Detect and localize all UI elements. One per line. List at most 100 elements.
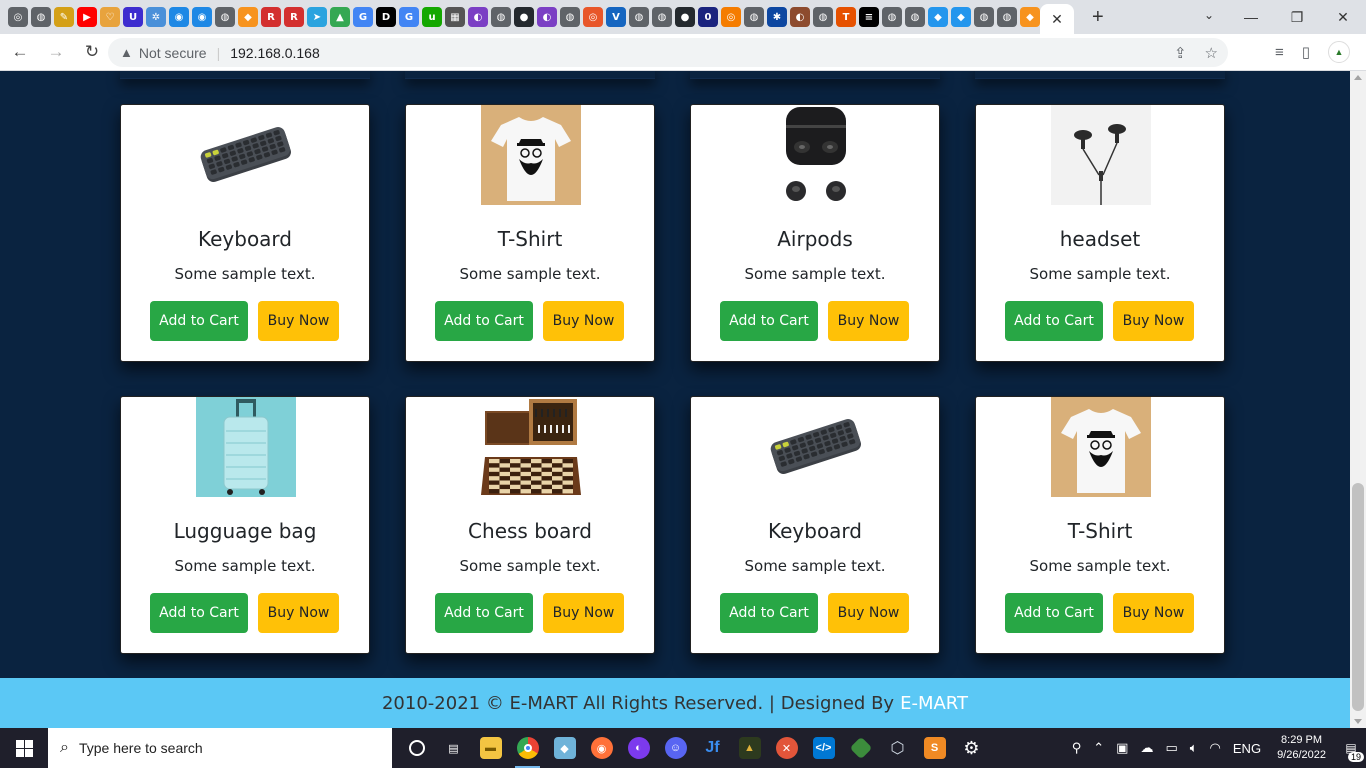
profile-avatar[interactable]: ▲ — [1328, 41, 1350, 63]
tab-favicon[interactable]: u — [422, 7, 442, 27]
cloud-offline-icon[interactable]: ☁ — [1140, 740, 1153, 756]
task-view-icon[interactable]: ▤ — [435, 728, 472, 768]
tab-favicon[interactable]: ◍ — [744, 7, 764, 27]
add-to-cart-button[interactable]: Add to Cart — [720, 593, 818, 633]
buy-now-button[interactable]: Buy Now — [258, 593, 339, 633]
tab-favicon-google[interactable]: G — [353, 7, 373, 27]
start-button[interactable] — [0, 728, 48, 768]
tab-favicon-drive[interactable]: ▲ — [330, 7, 350, 27]
active-tab[interactable]: ✕ — [1040, 4, 1074, 34]
tab-favicon[interactable]: ◉ — [192, 7, 212, 27]
tab-favicon-telegram[interactable]: ➤ — [307, 7, 327, 27]
bookmark-star-icon[interactable]: ☆ — [1205, 44, 1218, 62]
tab-favicon[interactable]: U — [123, 7, 143, 27]
tab-favicon[interactable]: ◍ — [31, 7, 51, 27]
tab-favicon[interactable]: ▦ — [445, 7, 465, 27]
battery-icon[interactable]: ▭ — [1165, 740, 1177, 756]
tab-favicon[interactable]: ◍ — [491, 7, 511, 27]
tab-favicon[interactable]: ✎ — [54, 7, 74, 27]
scroll-up-arrow-icon[interactable] — [1354, 75, 1362, 80]
tab-favicon[interactable]: ◍ — [215, 7, 235, 27]
close-tab-icon[interactable]: ✕ — [1051, 11, 1063, 28]
tab-favicon[interactable]: ◍ — [629, 7, 649, 27]
url-text[interactable]: 192.168.0.168 — [230, 45, 320, 61]
add-to-cart-button[interactable]: Add to Cart — [1005, 593, 1103, 633]
minimize-button[interactable]: — — [1228, 9, 1274, 25]
tray-app-icon[interactable]: ▣ — [1116, 740, 1128, 756]
tab-favicon[interactable]: ✲ — [146, 7, 166, 27]
tab-favicon-google[interactable]: G — [399, 7, 419, 27]
share-icon[interactable]: ⇪ — [1174, 44, 1187, 62]
new-tab-button[interactable]: + — [1092, 6, 1104, 29]
security-label[interactable]: Not secure — [139, 45, 207, 61]
wifi-icon[interactable]: ◠ — [1210, 740, 1221, 756]
vertical-scrollbar[interactable] — [1350, 71, 1366, 728]
tab-favicon-github[interactable]: ● — [675, 7, 695, 27]
tab-favicon[interactable]: 0 — [698, 7, 718, 27]
tab-favicon[interactable]: D — [376, 7, 396, 27]
tab-favicon-youtube[interactable]: ▶ — [77, 7, 97, 27]
tab-favicon[interactable]: V — [606, 7, 626, 27]
chevron-up-icon[interactable]: ⌃ — [1093, 740, 1104, 756]
virtualbox-icon[interactable]: ⬡ — [879, 728, 916, 768]
side-panel-icon[interactable]: ▯ — [1302, 43, 1310, 61]
buy-now-button[interactable]: Buy Now — [258, 301, 339, 341]
clock[interactable]: 8:29 PM 9/26/2022 — [1277, 733, 1326, 763]
tab-favicon[interactable]: ◎ — [583, 7, 603, 27]
add-to-cart-button[interactable]: Add to Cart — [1005, 301, 1103, 341]
add-to-cart-button[interactable]: Add to Cart — [150, 593, 248, 633]
tab-favicon[interactable]: ◍ — [813, 7, 833, 27]
scroll-down-arrow-icon[interactable] — [1354, 719, 1362, 724]
vscode-icon[interactable]: </> — [805, 728, 842, 768]
app-icon[interactable]: ◆ — [546, 728, 583, 768]
add-to-cart-button[interactable]: Add to Cart — [435, 301, 533, 341]
tab-favicon[interactable]: ♡ — [100, 7, 120, 27]
volume-icon[interactable]: 🔈︎ — [1190, 740, 1198, 756]
cortana-icon[interactable] — [398, 728, 435, 768]
tab-favicon[interactable]: ◆ — [928, 7, 948, 27]
scroll-thumb[interactable] — [1352, 483, 1364, 711]
tab-favicon[interactable]: ◆ — [1020, 7, 1040, 27]
tab-favicon[interactable]: R — [284, 7, 304, 27]
tab-favicon[interactable]: ◍ — [905, 7, 925, 27]
tab-favicon[interactable]: ◐ — [468, 7, 488, 27]
address-bar[interactable]: ▲ Not secure | 192.168.0.168 ⇪ ☆ — [108, 38, 1228, 67]
discord-icon[interactable]: ☺ — [657, 728, 694, 768]
file-explorer-icon[interactable]: ▬ — [472, 728, 509, 768]
buy-now-button[interactable]: Buy Now — [543, 301, 624, 341]
tab-favicon[interactable]: ◉ — [169, 7, 189, 27]
tab-favicon-github[interactable]: ● — [514, 7, 534, 27]
tab-favicon[interactable]: R — [261, 7, 281, 27]
add-to-cart-button[interactable]: Add to Cart — [720, 301, 818, 341]
app-icon[interactable]: ▲ — [731, 728, 768, 768]
tab-search-icon[interactable]: ⌄ — [1204, 8, 1214, 22]
tab-favicon[interactable]: ◆ — [951, 7, 971, 27]
sublime-icon[interactable]: S — [916, 728, 953, 768]
git-icon[interactable] — [842, 728, 879, 768]
restore-button[interactable]: ❐ — [1274, 9, 1320, 26]
add-to-cart-button[interactable]: Add to Cart — [150, 301, 248, 341]
people-icon[interactable]: ⚲ — [1072, 740, 1082, 756]
app-icon[interactable]: ◐ — [620, 728, 657, 768]
reading-list-icon[interactable]: ≡ — [1275, 44, 1284, 61]
tab-favicon[interactable]: ◍ — [882, 7, 902, 27]
footer-brand-link[interactable]: E-MART — [900, 693, 968, 714]
reload-button[interactable]: ↻ — [76, 42, 108, 62]
tab-favicon[interactable]: ◐ — [537, 7, 557, 27]
tab-favicon[interactable]: ◍ — [560, 7, 580, 27]
settings-gear-icon[interactable]: ⚙ — [953, 728, 990, 768]
jetbrains-icon[interactable]: Jf — [694, 728, 731, 768]
buy-now-button[interactable]: Buy Now — [1113, 593, 1194, 633]
chrome-icon[interactable] — [509, 728, 546, 768]
tab-favicon[interactable]: ◍ — [997, 7, 1017, 27]
tab-favicon[interactable]: ◎ — [8, 7, 28, 27]
tab-favicon[interactable]: ✱ — [767, 7, 787, 27]
back-button[interactable]: ← — [4, 42, 36, 62]
forward-button[interactable]: → — [40, 42, 72, 62]
taskbar-search[interactable]: ⌕ Type here to search — [48, 728, 392, 768]
close-window-button[interactable]: ✕ — [1320, 9, 1366, 26]
buy-now-button[interactable]: Buy Now — [1113, 301, 1194, 341]
app-icon[interactable]: ✕ — [768, 728, 805, 768]
firefox-icon[interactable]: ◉ — [583, 728, 620, 768]
tab-favicon[interactable]: T — [836, 7, 856, 27]
